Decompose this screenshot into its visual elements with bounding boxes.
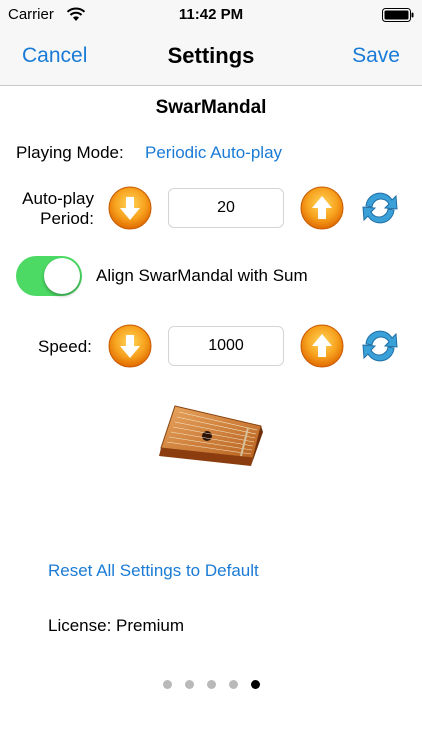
toggle-knob: [44, 258, 80, 294]
page-dot[interactable]: [162, 680, 172, 689]
speed-reset-refresh-icon[interactable]: [358, 324, 402, 368]
page-dot[interactable]: [228, 680, 238, 689]
speed-label: Speed:: [38, 337, 92, 356]
auto-play-period-field[interactable]: 20: [168, 188, 284, 228]
page-indicator[interactable]: [0, 680, 422, 689]
speed-field[interactable]: 1000: [168, 326, 284, 366]
status-bar: Carrier 11:42 PM: [0, 0, 422, 30]
period-increase-button[interactable]: [300, 186, 344, 230]
battery-icon: [382, 8, 414, 22]
playing-mode-label: Playing Mode:: [16, 143, 124, 162]
reset-all-settings-link[interactable]: Reset All Settings to Default: [48, 561, 259, 581]
navigation-bar: Cancel Settings Save: [0, 30, 422, 86]
align-swarmandal-toggle[interactable]: [16, 256, 82, 296]
license-status: License: Premium: [48, 616, 185, 635]
page-dot[interactable]: [184, 680, 194, 689]
playing-mode-selector[interactable]: Periodic Auto-play: [145, 143, 282, 163]
cancel-button[interactable]: Cancel: [22, 44, 87, 68]
swarmandal-instrument-image: [159, 405, 263, 466]
page-dot[interactable]: [250, 680, 260, 689]
auto-play-period-label-line1: Auto-play: [22, 189, 94, 208]
section-title: SwarMandal: [155, 97, 267, 118]
speed-decrease-button[interactable]: [108, 324, 152, 368]
period-decrease-button[interactable]: [108, 186, 152, 230]
page-dot[interactable]: [206, 680, 216, 689]
speed-increase-button[interactable]: [300, 324, 344, 368]
auto-play-period-label: Auto-play Period:: [16, 189, 94, 229]
status-time: 11:42 PM: [178, 6, 244, 23]
period-reset-refresh-icon[interactable]: [358, 186, 402, 230]
align-swarmandal-label: Align SwarMandal with Sum: [96, 266, 308, 285]
auto-play-period-label-line2: Period:: [40, 209, 94, 228]
save-button[interactable]: Save: [352, 44, 400, 68]
